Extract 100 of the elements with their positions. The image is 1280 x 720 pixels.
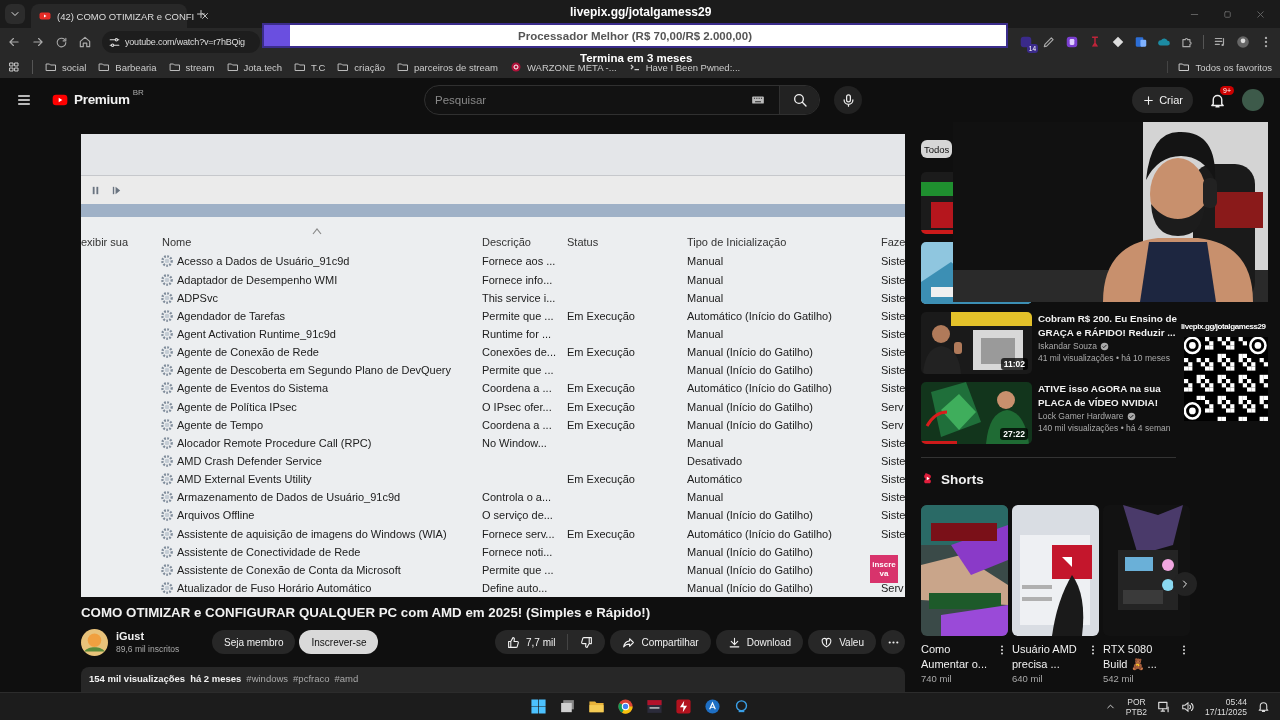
filter-chip[interactable]: Todos xyxy=(921,140,953,158)
notification-bell-icon[interactable] xyxy=(1257,700,1270,713)
download-button[interactable]: Download xyxy=(715,630,804,654)
join-button[interactable]: Seja membro xyxy=(212,630,296,654)
next-button[interactable] xyxy=(1173,572,1197,596)
playlist-icon[interactable] xyxy=(1213,35,1227,49)
folder-icon xyxy=(98,61,111,73)
table-cell-text: Coordena a ... xyxy=(482,417,553,433)
goal-label: Processador Melhor (R$ 70,00/R$ 2.000,00) xyxy=(517,29,753,42)
table-cell: Agente de Tempo xyxy=(177,418,264,431)
side-text: exibir sua xyxy=(81,234,130,250)
windows-icon[interactable] xyxy=(530,698,547,715)
apps-icon[interactable] xyxy=(8,61,20,73)
gear-icon xyxy=(160,544,174,559)
all-bookmarks-link[interactable]: Todos os favoritos xyxy=(1195,61,1272,73)
bookmark[interactable]: T.C xyxy=(294,61,326,73)
reload-icon[interactable] xyxy=(55,35,68,49)
bookmark[interactable]: social xyxy=(45,61,87,73)
app-circle-icon[interactable] xyxy=(704,698,721,715)
table-cell-text: Fornece serv... xyxy=(482,526,556,542)
share-button[interactable]: Compartilhar xyxy=(610,630,711,654)
new-tab-icon[interactable] xyxy=(195,8,207,20)
channel-avatar[interactable] xyxy=(81,628,108,656)
hashtag-link[interactable]: #pcfraco xyxy=(293,673,330,692)
lightning-icon[interactable] xyxy=(675,698,692,715)
short-title[interactable]: RTX 5080 Build 🧸 ... xyxy=(1103,642,1175,672)
more-button[interactable] xyxy=(881,630,905,654)
home-icon[interactable] xyxy=(78,35,92,49)
address-bar[interactable]: youtube.com/watch?v=r7hBQig xyxy=(102,31,260,53)
table-cell-text: Siste xyxy=(881,290,905,306)
create-button[interactable]: Criar xyxy=(1132,87,1193,113)
table-cell-text: Permite que ... xyxy=(482,308,555,324)
subscribe-button[interactable]: Inscrever-se xyxy=(299,630,379,654)
hashtag-link[interactable]: #amd xyxy=(334,673,359,692)
table-cell-text: Manual (Início do Gatilho) xyxy=(687,399,814,415)
description-box[interactable]: 154 mil visualizações há 2 meses #windows #pcfraco #amd xyxy=(81,667,905,692)
language-indicator[interactable]: POR xyxy=(1127,696,1146,707)
download-icon xyxy=(727,635,741,649)
table-cell-text: Manual xyxy=(687,326,725,342)
menu-icon[interactable] xyxy=(16,92,32,108)
gear-icon xyxy=(160,290,174,305)
table-cell-text: Siste xyxy=(881,254,905,270)
bookmark[interactable]: stream xyxy=(168,61,215,73)
cloud-icon[interactable] xyxy=(1157,35,1171,49)
bookmark[interactable]: Barbearia xyxy=(98,61,157,73)
short-title[interactable]: Como Aumentar o... xyxy=(921,642,993,672)
search-button[interactable] xyxy=(779,86,819,114)
table-cell-text: Em Execução xyxy=(567,399,636,415)
windows-stack-icon[interactable] xyxy=(559,698,576,715)
bookmark[interactable]: parceiros de stream xyxy=(397,61,498,73)
table-cell-text: Manual (Início do Gatilho) xyxy=(687,544,814,560)
video-link[interactable]: ATIVE isso AGORA na sua PLACA de VÍDEO NVIDIA! xyxy=(1038,382,1180,409)
avatar[interactable] xyxy=(1242,89,1264,111)
step-icon xyxy=(111,184,122,196)
duration-badge: 11:02 xyxy=(1000,358,1028,370)
bookmark[interactable]: WARZONE META -... xyxy=(509,61,617,73)
duration-badge: 27:22 xyxy=(1000,428,1028,440)
bookmark[interactable]: Jota.tech xyxy=(226,61,283,73)
document-icon[interactable] xyxy=(1134,35,1148,49)
tab-list-button[interactable] xyxy=(5,4,25,24)
table-cell-text: Automático xyxy=(687,472,744,488)
bookmark[interactable]: criação xyxy=(337,61,385,73)
gear-icon xyxy=(160,363,174,378)
volume-icon[interactable] xyxy=(1181,699,1196,714)
search-field[interactable]: Pesquisar xyxy=(424,85,820,115)
network-icon[interactable] xyxy=(1157,699,1172,714)
video-link[interactable]: Cobram R$ 200. Eu Ensino de GRAÇA e RÁPIDO! Reduzir ... xyxy=(1038,312,1180,339)
back-icon[interactable] xyxy=(7,35,21,49)
pen-icon[interactable] xyxy=(1042,35,1056,49)
site-settings-icon[interactable] xyxy=(108,35,121,49)
table-cell-text: Siste xyxy=(881,345,905,361)
channel-name[interactable]: Iskandar Souza xyxy=(1038,341,1098,351)
voice-search-button[interactable] xyxy=(834,86,862,114)
table-cell-text: Manual (Início do Gatilho) xyxy=(687,417,814,433)
clock-date[interactable]: 17/11/2025 xyxy=(1205,706,1247,717)
close-icon[interactable] xyxy=(200,11,211,21)
app-icon[interactable] xyxy=(1065,35,1079,49)
bookmark[interactable]: Have I Been Pwned:... xyxy=(628,61,741,73)
table-cell: Agente de Descoberta em Segundo Plano de DevQuery xyxy=(177,364,451,377)
short-title[interactable]: Usuário AMD precisa ... xyxy=(1012,642,1084,672)
forward-icon[interactable] xyxy=(31,35,45,49)
thanks-button[interactable]: Valeu xyxy=(808,630,876,654)
ring-icon[interactable] xyxy=(733,698,750,715)
profile-icon[interactable] xyxy=(1236,35,1250,49)
logo-text[interactable]: Premium xyxy=(74,92,130,108)
channel-name[interactable]: Lock Gamer Hardware xyxy=(1038,411,1124,421)
clock-time[interactable]: 05:44 xyxy=(1225,696,1247,707)
keyboard-layout[interactable]: PTB2 xyxy=(1125,706,1148,717)
diamond-icon[interactable] xyxy=(1111,35,1125,49)
puzzle-icon[interactable] xyxy=(1180,35,1194,49)
table-cell-text: This service i... xyxy=(482,290,557,306)
channel-name[interactable]: iGust xyxy=(116,630,212,642)
dislike-icon xyxy=(580,635,594,649)
hashtag-link[interactable]: #windows xyxy=(246,673,289,692)
gear-icon xyxy=(160,562,174,577)
mixer-icon[interactable] xyxy=(646,698,663,715)
table-cell: Atualizador de Fuso Horário Automático xyxy=(177,581,372,594)
browser-icon[interactable] xyxy=(617,698,634,715)
table-cell-text: Manual xyxy=(687,254,725,270)
table-cell-text: Serv xyxy=(881,417,905,433)
